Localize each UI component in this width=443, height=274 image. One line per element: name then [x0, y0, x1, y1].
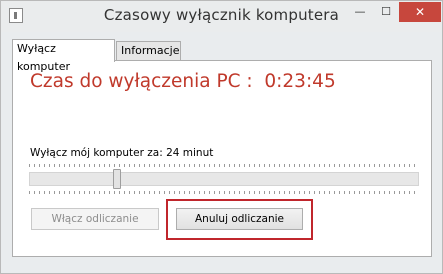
app-window: Czasowy wyłącznik komputera — ☐ ✕ Wyłącz…: [0, 0, 443, 274]
tab-wylacz-komputer[interactable]: Wyłącz komputer: [12, 39, 115, 73]
highlight-box: [166, 199, 313, 240]
minimize-icon[interactable]: —: [347, 2, 373, 22]
tab-informacje[interactable]: Informacje: [116, 41, 181, 60]
title-bar[interactable]: Czasowy wyłącznik komputera — ☐ ✕: [1, 1, 442, 32]
slider-ticks-bottom: [29, 191, 419, 194]
minutes-slider[interactable]: [29, 164, 419, 194]
countdown-time: 0:23:45: [264, 71, 336, 92]
slider-track[interactable]: [29, 172, 419, 186]
countdown-display: Czas do wyłączenia PC : 0:23:45: [30, 71, 336, 92]
slider-ticks-top: [29, 164, 419, 167]
tab-panel: Czas do wyłączenia PC : 0:23:45 Wyłącz m…: [12, 60, 432, 257]
close-icon[interactable]: ✕: [399, 2, 441, 22]
slider-thumb[interactable]: [113, 169, 121, 189]
maximize-icon[interactable]: ☐: [373, 2, 399, 22]
shutdown-info-text: Wyłącz mój komputer za: 24 minut: [30, 147, 214, 159]
start-countdown-button[interactable]: Włącz odliczanie: [31, 208, 159, 230]
